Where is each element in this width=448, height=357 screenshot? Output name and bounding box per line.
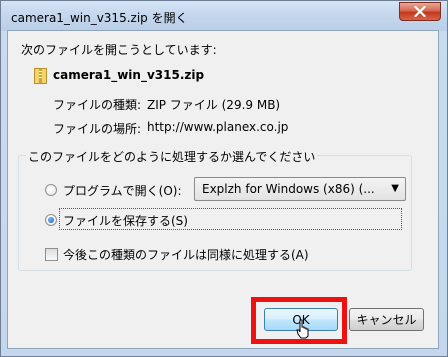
- save-file-radio[interactable]: [45, 214, 57, 226]
- cancel-button-label: キャンセル: [356, 313, 417, 327]
- file-location-value: http://www.planex.co.jp: [147, 120, 289, 134]
- close-button[interactable]: [399, 2, 441, 21]
- remember-checkbox[interactable]: [45, 248, 58, 261]
- hand-cursor-icon: [296, 319, 309, 339]
- intro-text: 次のファイルを開こうとしています:: [21, 43, 217, 57]
- radio-selected-dot: [48, 217, 54, 223]
- file-location-label: ファイルの場所:: [53, 122, 142, 136]
- cancel-button[interactable]: キャンセル: [349, 308, 424, 331]
- action-group-title: このファイルをどのように処理するか選んでください: [26, 148, 318, 165]
- dropdown-arrow-icon: ▼: [391, 183, 399, 194]
- file-type-value: ZIP ファイル (29.9 MB): [147, 98, 281, 112]
- file-name: camera1_win_v315.zip: [53, 68, 205, 82]
- open-with-radio[interactable]: [45, 184, 57, 196]
- remember-label[interactable]: 今後この種類のファイルは同様に処理する(A): [63, 246, 309, 263]
- program-select[interactable]: Explzh for Windows (x86) (... ▼: [194, 177, 406, 201]
- save-file-label[interactable]: ファイルを保存する(S): [63, 212, 188, 229]
- title-bar[interactable]: camera1_win_v315.zip を開く: [1, 1, 447, 31]
- zip-file-icon: [34, 68, 47, 84]
- file-type-label: ファイルの種類:: [53, 98, 142, 112]
- window-title: camera1_win_v315.zip を開く: [11, 11, 188, 25]
- program-select-value: Explzh for Windows (x86) (...: [202, 182, 375, 196]
- close-icon: [414, 6, 426, 17]
- open-with-label[interactable]: プログラムで開く(O):: [63, 182, 182, 199]
